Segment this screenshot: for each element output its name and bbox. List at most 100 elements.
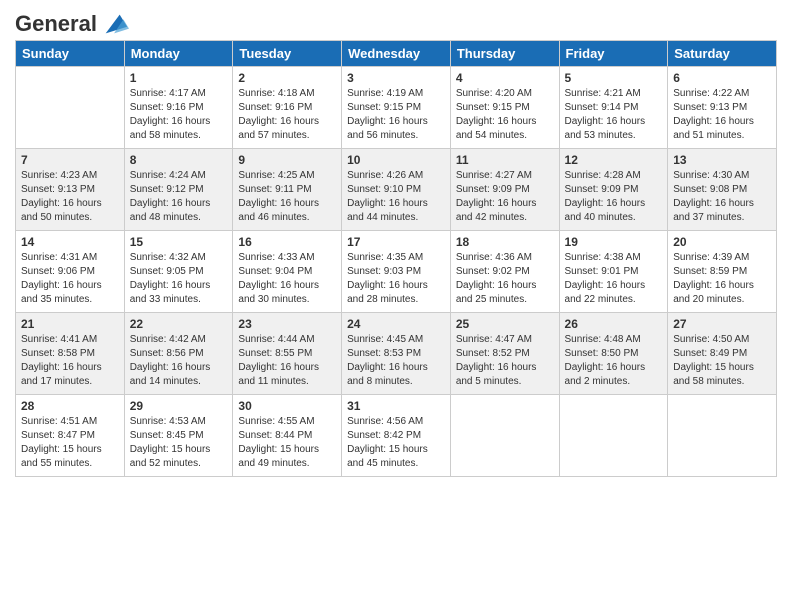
calendar-cell: 3Sunrise: 4:19 AM Sunset: 9:15 PM Daylig… <box>342 67 451 149</box>
calendar-cell: 5 Sunrise: 4:21 AM Sunset: 9:14 PM Daylig… <box>559 67 668 149</box>
cell-content: Sunrise: 4:50 AM Sunset: 8:49 PM Dayligh… <box>673 333 771 389</box>
day-number: 26 <box>565 317 663 331</box>
cell-content: Sunrise: 4:36 AM Sunset: 9:02 PM Dayligh… <box>456 251 554 307</box>
header: General <box>15 10 777 32</box>
day-number: 21 <box>21 317 119 331</box>
week-row-4: 21 Sunrise: 4:41 AM Sunset: 8:58 PM Dayli… <box>16 313 777 395</box>
day-number: 18 <box>456 235 554 249</box>
day-number: 1 <box>130 71 228 85</box>
day-number: 19 <box>565 235 663 249</box>
cell-content: Sunrise: 4:30 AM Sunset: 9:08 PM Dayligh… <box>673 169 771 225</box>
calendar-cell: 20 Sunrise: 4:39 AM Sunset: 8:59 PM Dayli… <box>668 231 777 313</box>
calendar-cell: 14 Sunrise: 4:31 AM Sunset: 9:06 PM Dayli… <box>16 231 125 313</box>
weekday-header-sunday: Sunday <box>16 41 125 67</box>
cell-content: Sunrise: 4:39 AM Sunset: 8:59 PM Dayligh… <box>673 251 771 307</box>
cell-content: Sunrise: 4:21 AM Sunset: 9:14 PM Dayligh… <box>565 87 663 143</box>
cell-content: Sunrise: 4:41 AM Sunset: 8:58 PM Dayligh… <box>21 333 119 389</box>
calendar-cell: 7 Sunrise: 4:23 AM Sunset: 9:13 PM Daylig… <box>16 149 125 231</box>
calendar-cell: 12 Sunrise: 4:28 AM Sunset: 9:09 PM Dayli… <box>559 149 668 231</box>
day-number: 20 <box>673 235 771 249</box>
week-row-3: 14 Sunrise: 4:31 AM Sunset: 9:06 PM Dayli… <box>16 231 777 313</box>
weekday-header-friday: Friday <box>559 41 668 67</box>
day-number: 16 <box>238 235 336 249</box>
day-number: 3 <box>347 71 445 85</box>
calendar-cell: 26 Sunrise: 4:48 AM Sunset: 8:50 PM Dayli… <box>559 313 668 395</box>
logo-icon <box>101 10 129 38</box>
cell-content: Sunrise: 4:48 AM Sunset: 8:50 PM Dayligh… <box>565 333 663 389</box>
calendar-cell: 2 Sunrise: 4:18 AM Sunset: 9:16 PM Daylig… <box>233 67 342 149</box>
day-number: 6 <box>673 71 771 85</box>
cell-content: Sunrise: 4:31 AM Sunset: 9:06 PM Dayligh… <box>21 251 119 307</box>
cell-content: Sunrise: 4:51 AM Sunset: 8:47 PM Dayligh… <box>21 415 119 471</box>
cell-content: Sunrise: 4:17 AM Sunset: 9:16 PM Dayligh… <box>130 87 228 143</box>
cell-content: Sunrise: 4:32 AM Sunset: 9:05 PM Dayligh… <box>130 251 228 307</box>
day-number: 15 <box>130 235 228 249</box>
week-row-1: 1 Sunrise: 4:17 AM Sunset: 9:16 PM Daylig… <box>16 67 777 149</box>
calendar-cell: 9Sunrise: 4:25 AM Sunset: 9:11 PM Daylig… <box>233 149 342 231</box>
cell-content: Sunrise: 4:53 AM Sunset: 8:45 PM Dayligh… <box>130 415 228 471</box>
calendar-cell: 13 Sunrise: 4:30 AM Sunset: 9:08 PM Dayli… <box>668 149 777 231</box>
day-number: 29 <box>130 399 228 413</box>
cell-content: Sunrise: 4:55 AM Sunset: 8:44 PM Dayligh… <box>238 415 336 471</box>
day-number: 11 <box>456 153 554 167</box>
calendar-cell <box>559 395 668 477</box>
logo-text: General <box>15 10 129 38</box>
calendar-cell: 4Sunrise: 4:20 AM Sunset: 9:15 PM Daylig… <box>450 67 559 149</box>
cell-content: Sunrise: 4:20 AM Sunset: 9:15 PM Dayligh… <box>456 87 554 143</box>
weekday-header-wednesday: Wednesday <box>342 41 451 67</box>
cell-content: Sunrise: 4:56 AM Sunset: 8:42 PM Dayligh… <box>347 415 445 471</box>
calendar-cell: 1 Sunrise: 4:17 AM Sunset: 9:16 PM Daylig… <box>124 67 233 149</box>
cell-content: Sunrise: 4:33 AM Sunset: 9:04 PM Dayligh… <box>238 251 336 307</box>
day-number: 22 <box>130 317 228 331</box>
cell-content: Sunrise: 4:44 AM Sunset: 8:55 PM Dayligh… <box>238 333 336 389</box>
weekday-header-row: SundayMondayTuesdayWednesdayThursdayFrid… <box>16 41 777 67</box>
cell-content: Sunrise: 4:27 AM Sunset: 9:09 PM Dayligh… <box>456 169 554 225</box>
calendar-cell: 17Sunrise: 4:35 AM Sunset: 9:03 PM Dayli… <box>342 231 451 313</box>
cell-content: Sunrise: 4:45 AM Sunset: 8:53 PM Dayligh… <box>347 333 445 389</box>
weekday-header-tuesday: Tuesday <box>233 41 342 67</box>
week-row-2: 7 Sunrise: 4:23 AM Sunset: 9:13 PM Daylig… <box>16 149 777 231</box>
calendar-cell: 24Sunrise: 4:45 AM Sunset: 8:53 PM Dayli… <box>342 313 451 395</box>
calendar-cell: 28 Sunrise: 4:51 AM Sunset: 8:47 PM Dayli… <box>16 395 125 477</box>
calendar-cell <box>450 395 559 477</box>
cell-content: Sunrise: 4:28 AM Sunset: 9:09 PM Dayligh… <box>565 169 663 225</box>
day-number: 17 <box>347 235 445 249</box>
calendar-cell: 11 Sunrise: 4:27 AM Sunset: 9:09 PM Dayli… <box>450 149 559 231</box>
day-number: 13 <box>673 153 771 167</box>
calendar-cell <box>16 67 125 149</box>
day-number: 12 <box>565 153 663 167</box>
week-row-5: 28 Sunrise: 4:51 AM Sunset: 8:47 PM Dayli… <box>16 395 777 477</box>
calendar-cell: 30 Sunrise: 4:55 AM Sunset: 8:44 PM Dayli… <box>233 395 342 477</box>
day-number: 9 <box>238 153 336 167</box>
day-number: 10 <box>347 153 445 167</box>
calendar-table: SundayMondayTuesdayWednesdayThursdayFrid… <box>15 40 777 477</box>
calendar-cell: 25Sunrise: 4:47 AM Sunset: 8:52 PM Dayli… <box>450 313 559 395</box>
day-number: 28 <box>21 399 119 413</box>
day-number: 2 <box>238 71 336 85</box>
weekday-header-thursday: Thursday <box>450 41 559 67</box>
day-number: 23 <box>238 317 336 331</box>
calendar-cell: 31Sunrise: 4:56 AM Sunset: 8:42 PM Dayli… <box>342 395 451 477</box>
calendar-cell: 18 Sunrise: 4:36 AM Sunset: 9:02 PM Dayli… <box>450 231 559 313</box>
cell-content: Sunrise: 4:42 AM Sunset: 8:56 PM Dayligh… <box>130 333 228 389</box>
calendar-cell: 15 Sunrise: 4:32 AM Sunset: 9:05 PM Dayli… <box>124 231 233 313</box>
calendar-page: General SundayMondayTuesdayWednesdayThur… <box>0 0 792 612</box>
day-number: 8 <box>130 153 228 167</box>
weekday-header-monday: Monday <box>124 41 233 67</box>
logo: General <box>15 10 129 32</box>
calendar-cell: 19Sunrise: 4:38 AM Sunset: 9:01 PM Dayli… <box>559 231 668 313</box>
day-number: 14 <box>21 235 119 249</box>
day-number: 30 <box>238 399 336 413</box>
calendar-cell: 21 Sunrise: 4:41 AM Sunset: 8:58 PM Dayli… <box>16 313 125 395</box>
calendar-cell: 6 Sunrise: 4:22 AM Sunset: 9:13 PM Daylig… <box>668 67 777 149</box>
day-number: 27 <box>673 317 771 331</box>
cell-content: Sunrise: 4:24 AM Sunset: 9:12 PM Dayligh… <box>130 169 228 225</box>
cell-content: Sunrise: 4:22 AM Sunset: 9:13 PM Dayligh… <box>673 87 771 143</box>
day-number: 5 <box>565 71 663 85</box>
day-number: 7 <box>21 153 119 167</box>
calendar-cell: 23 Sunrise: 4:44 AM Sunset: 8:55 PM Dayli… <box>233 313 342 395</box>
calendar-cell: 27 Sunrise: 4:50 AM Sunset: 8:49 PM Dayli… <box>668 313 777 395</box>
cell-content: Sunrise: 4:23 AM Sunset: 9:13 PM Dayligh… <box>21 169 119 225</box>
cell-content: Sunrise: 4:26 AM Sunset: 9:10 PM Dayligh… <box>347 169 445 225</box>
cell-content: Sunrise: 4:18 AM Sunset: 9:16 PM Dayligh… <box>238 87 336 143</box>
